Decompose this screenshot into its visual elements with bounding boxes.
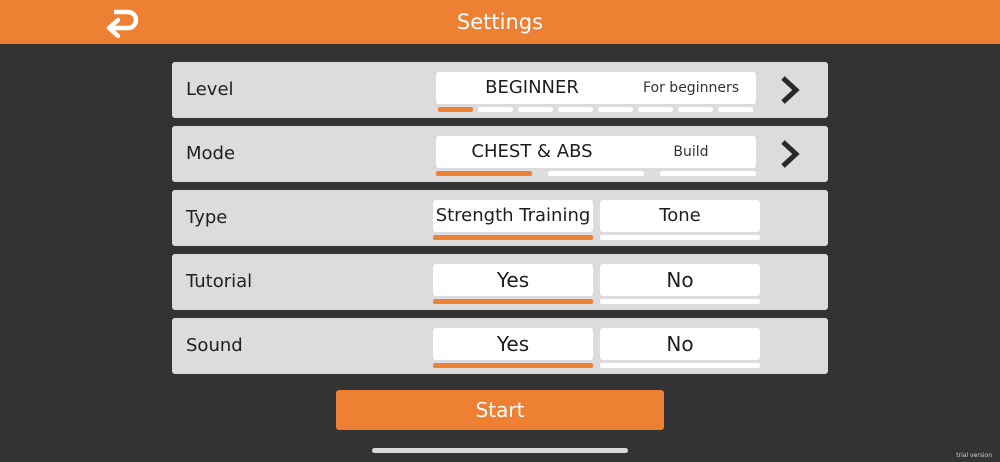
level-segment xyxy=(558,107,593,112)
trial-watermark: trial version xyxy=(956,452,992,459)
top-bar: Settings xyxy=(0,0,1000,44)
level-value: BEGINNER xyxy=(485,77,579,98)
start-button[interactable]: Start xyxy=(336,390,664,430)
mode-segment xyxy=(436,171,532,176)
level-segment xyxy=(598,107,633,112)
level-segment xyxy=(518,107,553,112)
level-selector[interactable]: BEGINNER For beginners xyxy=(436,72,756,104)
mode-segment xyxy=(660,171,756,176)
level-segment xyxy=(718,107,753,112)
type-option-indicator xyxy=(600,235,760,240)
tutorial-option-indicator xyxy=(433,299,593,304)
chevron-right-icon xyxy=(781,76,800,104)
level-next-button[interactable] xyxy=(776,74,804,106)
tutorial-label: Tutorial xyxy=(186,271,253,292)
level-label: Level xyxy=(186,79,234,100)
sound-row: Sound Yes No xyxy=(172,318,828,374)
mode-next-button[interactable] xyxy=(776,138,804,170)
mode-selector[interactable]: CHEST & ABS Build xyxy=(436,136,756,168)
mode-row: Mode CHEST & ABS Build xyxy=(172,126,828,182)
sound-option-indicator xyxy=(433,363,593,368)
level-segment xyxy=(438,107,473,112)
type-option-tone[interactable]: Tone xyxy=(600,200,760,232)
sound-option-no[interactable]: No xyxy=(600,328,760,360)
type-option-strength-training[interactable]: Strength Training xyxy=(433,200,593,232)
level-segment xyxy=(478,107,513,112)
level-segment xyxy=(678,107,713,112)
mode-value: CHEST & ABS xyxy=(471,141,593,162)
home-indicator[interactable] xyxy=(372,448,628,453)
tutorial-option-yes[interactable]: Yes xyxy=(433,264,593,296)
level-description: For beginners xyxy=(642,80,739,96)
sound-label: Sound xyxy=(186,335,243,356)
level-segment xyxy=(638,107,673,112)
level-row: Level BEGINNER For beginners xyxy=(172,62,828,118)
type-option-indicator xyxy=(433,235,593,240)
back-button[interactable] xyxy=(104,8,140,39)
page-title: Settings xyxy=(456,10,544,34)
mode-label: Mode xyxy=(186,143,236,164)
tutorial-option-indicator xyxy=(600,299,760,304)
tutorial-option-no[interactable]: No xyxy=(600,264,760,296)
sound-option-indicator xyxy=(600,363,760,368)
tutorial-row: Tutorial Yes No xyxy=(172,254,828,310)
type-label: Type xyxy=(186,207,228,228)
mode-description: Build xyxy=(673,144,709,160)
type-row: Type Strength Training Tone xyxy=(172,190,828,246)
chevron-right-icon xyxy=(781,140,800,168)
back-arrow-icon xyxy=(106,9,139,39)
mode-segment xyxy=(548,171,644,176)
sound-option-yes[interactable]: Yes xyxy=(433,328,593,360)
